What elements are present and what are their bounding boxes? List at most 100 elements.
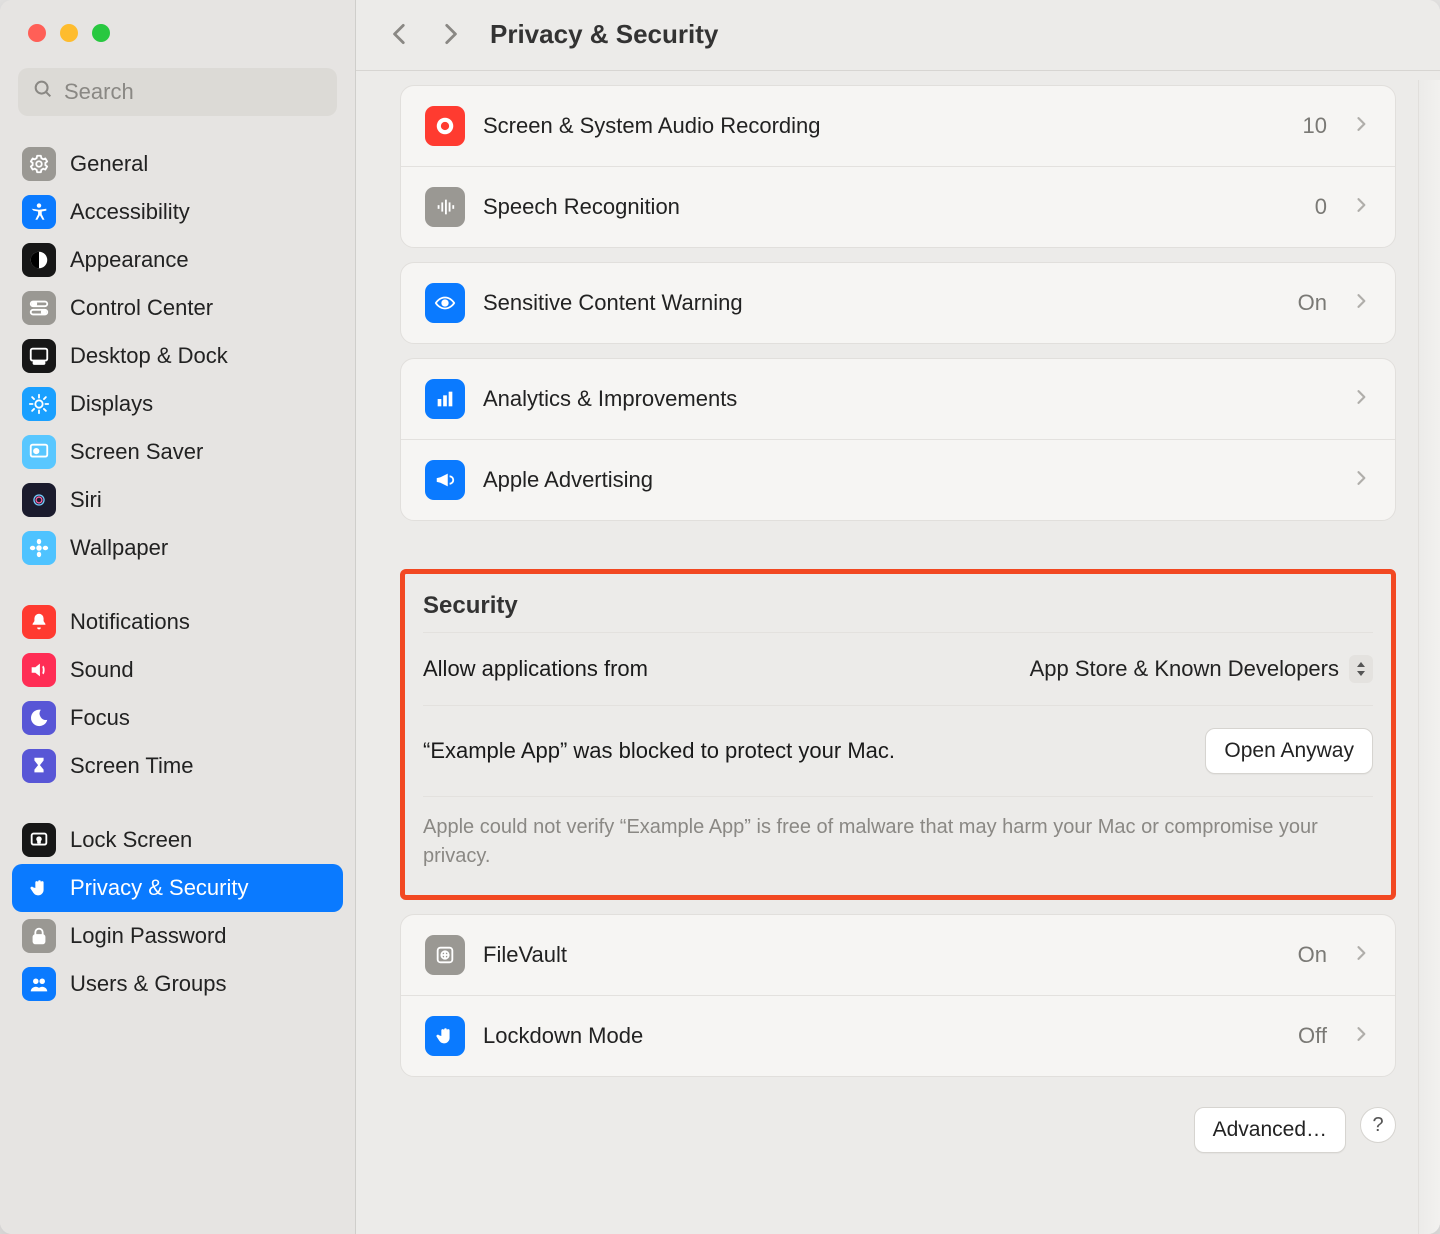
sidebar-item-label: Appearance <box>70 247 189 273</box>
speaker-icon <box>22 653 56 687</box>
sidebar-item-control-center[interactable]: Control Center <box>12 284 343 332</box>
row-label: Sensitive Content Warning <box>483 290 1280 316</box>
appearance-icon <box>22 243 56 277</box>
sidebar-item-screen-time[interactable]: Screen Time <box>12 742 343 790</box>
sidebar-item-siri[interactable]: Siri <box>12 476 343 524</box>
row-label: Speech Recognition <box>483 194 1297 220</box>
flower-icon <box>22 531 56 565</box>
settings-card: FileVault On Lockdown Mode Off <box>400 914 1396 1077</box>
allow-applications-label: Allow applications from <box>423 656 648 682</box>
sidebar-item-label: Control Center <box>70 295 213 321</box>
sidebar-item-general[interactable]: General <box>12 140 343 188</box>
blocked-app-row: “Example App” was blocked to protect you… <box>423 705 1373 796</box>
search-field[interactable] <box>18 68 337 116</box>
chevron-right-icon <box>1351 195 1371 220</box>
sidebar-item-notifications[interactable]: Notifications <box>12 598 343 646</box>
sidebar-item-label: Wallpaper <box>70 535 168 561</box>
sidebar-item-appearance[interactable]: Appearance <box>12 236 343 284</box>
titlebar: Privacy & Security <box>356 0 1440 71</box>
settings-row-filevault[interactable]: FileVault On <box>401 915 1395 995</box>
sidebar-item-label: Lock Screen <box>70 827 192 853</box>
page-title: Privacy & Security <box>490 19 718 50</box>
bell-icon <box>22 605 56 639</box>
sidebar-item-lock-screen[interactable]: Lock Screen <box>12 816 343 864</box>
sidebar-item-displays[interactable]: Displays <box>12 380 343 428</box>
open-anyway-button[interactable]: Open Anyway <box>1205 728 1373 774</box>
back-button[interactable] <box>380 14 420 54</box>
scrollbar-track[interactable] <box>1418 80 1440 1234</box>
sidebar-nav: General Accessibility Appearance Control Ce… <box>0 136 355 1234</box>
row-value: On <box>1298 290 1327 316</box>
chevron-right-icon <box>1351 943 1371 968</box>
settings-row-sensitive[interactable]: Sensitive Content Warning On <box>401 263 1395 343</box>
sidebar-item-label: Displays <box>70 391 153 417</box>
settings-row-advertising[interactable]: Apple Advertising <box>401 439 1395 520</box>
sidebar-item-label: Focus <box>70 705 130 731</box>
sidebar-item-label: Users & Groups <box>70 971 227 997</box>
search-icon <box>32 78 54 106</box>
row-value: On <box>1298 942 1327 968</box>
system-settings-window: General Accessibility Appearance Control Ce… <box>0 0 1440 1234</box>
settings-row-speech[interactable]: Speech Recognition 0 <box>401 166 1395 247</box>
record-icon <box>425 106 465 146</box>
padlock-icon <box>22 919 56 953</box>
bars-icon <box>425 379 465 419</box>
row-label: Apple Advertising <box>483 467 1333 493</box>
settings-card: Analytics & Improvements Apple Advertisin… <box>400 358 1396 521</box>
close-window-button[interactable] <box>28 24 46 42</box>
hand-icon <box>425 1016 465 1056</box>
waveform-icon <box>425 187 465 227</box>
row-value: 0 <box>1315 194 1327 220</box>
allow-applications-row: Allow applications from App Store & Know… <box>423 632 1373 705</box>
accessibility-icon <box>22 195 56 229</box>
sidebar-item-label: Siri <box>70 487 102 513</box>
hourglass-icon <box>22 749 56 783</box>
row-value: Off <box>1298 1023 1327 1049</box>
allow-applications-popup[interactable]: App Store & Known Developers <box>1030 655 1373 683</box>
row-value: 10 <box>1303 113 1327 139</box>
chevron-right-icon <box>1351 1024 1371 1049</box>
sidebar-item-label: Desktop & Dock <box>70 343 228 369</box>
sidebar-item-login-password[interactable]: Login Password <box>12 912 343 960</box>
row-label: Lockdown Mode <box>483 1023 1280 1049</box>
sidebar-item-label: Screen Time <box>70 753 194 779</box>
sidebar-item-desktop-dock[interactable]: Desktop & Dock <box>12 332 343 380</box>
row-label: Analytics & Improvements <box>483 386 1333 412</box>
chevron-right-icon <box>1351 291 1371 316</box>
sidebar-item-label: Sound <box>70 657 134 683</box>
sidebar-item-users-groups[interactable]: Users & Groups <box>12 960 343 1008</box>
sidebar-item-privacy-security[interactable]: Privacy & Security <box>12 864 343 912</box>
minimize-window-button[interactable] <box>60 24 78 42</box>
sidebar: General Accessibility Appearance Control Ce… <box>0 0 356 1234</box>
sidebar-item-accessibility[interactable]: Accessibility <box>12 188 343 236</box>
chevron-right-icon <box>1351 387 1371 412</box>
eye-icon <box>425 283 465 323</box>
settings-row-lockdown[interactable]: Lockdown Mode Off <box>401 995 1395 1076</box>
search-input[interactable] <box>64 79 352 105</box>
sidebar-item-sound[interactable]: Sound <box>12 646 343 694</box>
sidebar-item-focus[interactable]: Focus <box>12 694 343 742</box>
settings-card: Screen & System Audio Recording 10 Speech … <box>400 85 1396 248</box>
zoom-window-button[interactable] <box>92 24 110 42</box>
forward-button[interactable] <box>430 14 470 54</box>
settings-card: Sensitive Content Warning On <box>400 262 1396 344</box>
advanced-button[interactable]: Advanced… <box>1194 1107 1346 1153</box>
sidebar-item-screen-saver[interactable]: Screen Saver <box>12 428 343 476</box>
content-scroll[interactable]: Screen & System Audio Recording 10 Speech … <box>356 71 1440 1234</box>
row-label: Screen & System Audio Recording <box>483 113 1285 139</box>
users-icon <box>22 967 56 1001</box>
settings-row-screen-audio[interactable]: Screen & System Audio Recording 10 <box>401 86 1395 166</box>
row-label: FileVault <box>483 942 1280 968</box>
sidebar-item-wallpaper[interactable]: Wallpaper <box>12 524 343 572</box>
settings-row-analytics[interactable]: Analytics & Improvements <box>401 359 1395 439</box>
popup-stepper-icon <box>1349 655 1373 683</box>
sidebar-item-label: General <box>70 151 148 177</box>
sun-icon <box>22 387 56 421</box>
main-pane: Privacy & Security Screen & System Audio… <box>356 0 1440 1234</box>
sidebar-item-label: Notifications <box>70 609 190 635</box>
chevron-right-icon <box>1351 114 1371 139</box>
hand-icon <box>22 871 56 905</box>
moon-icon <box>22 701 56 735</box>
help-button[interactable]: ? <box>1360 1107 1396 1143</box>
vault-icon <box>425 935 465 975</box>
